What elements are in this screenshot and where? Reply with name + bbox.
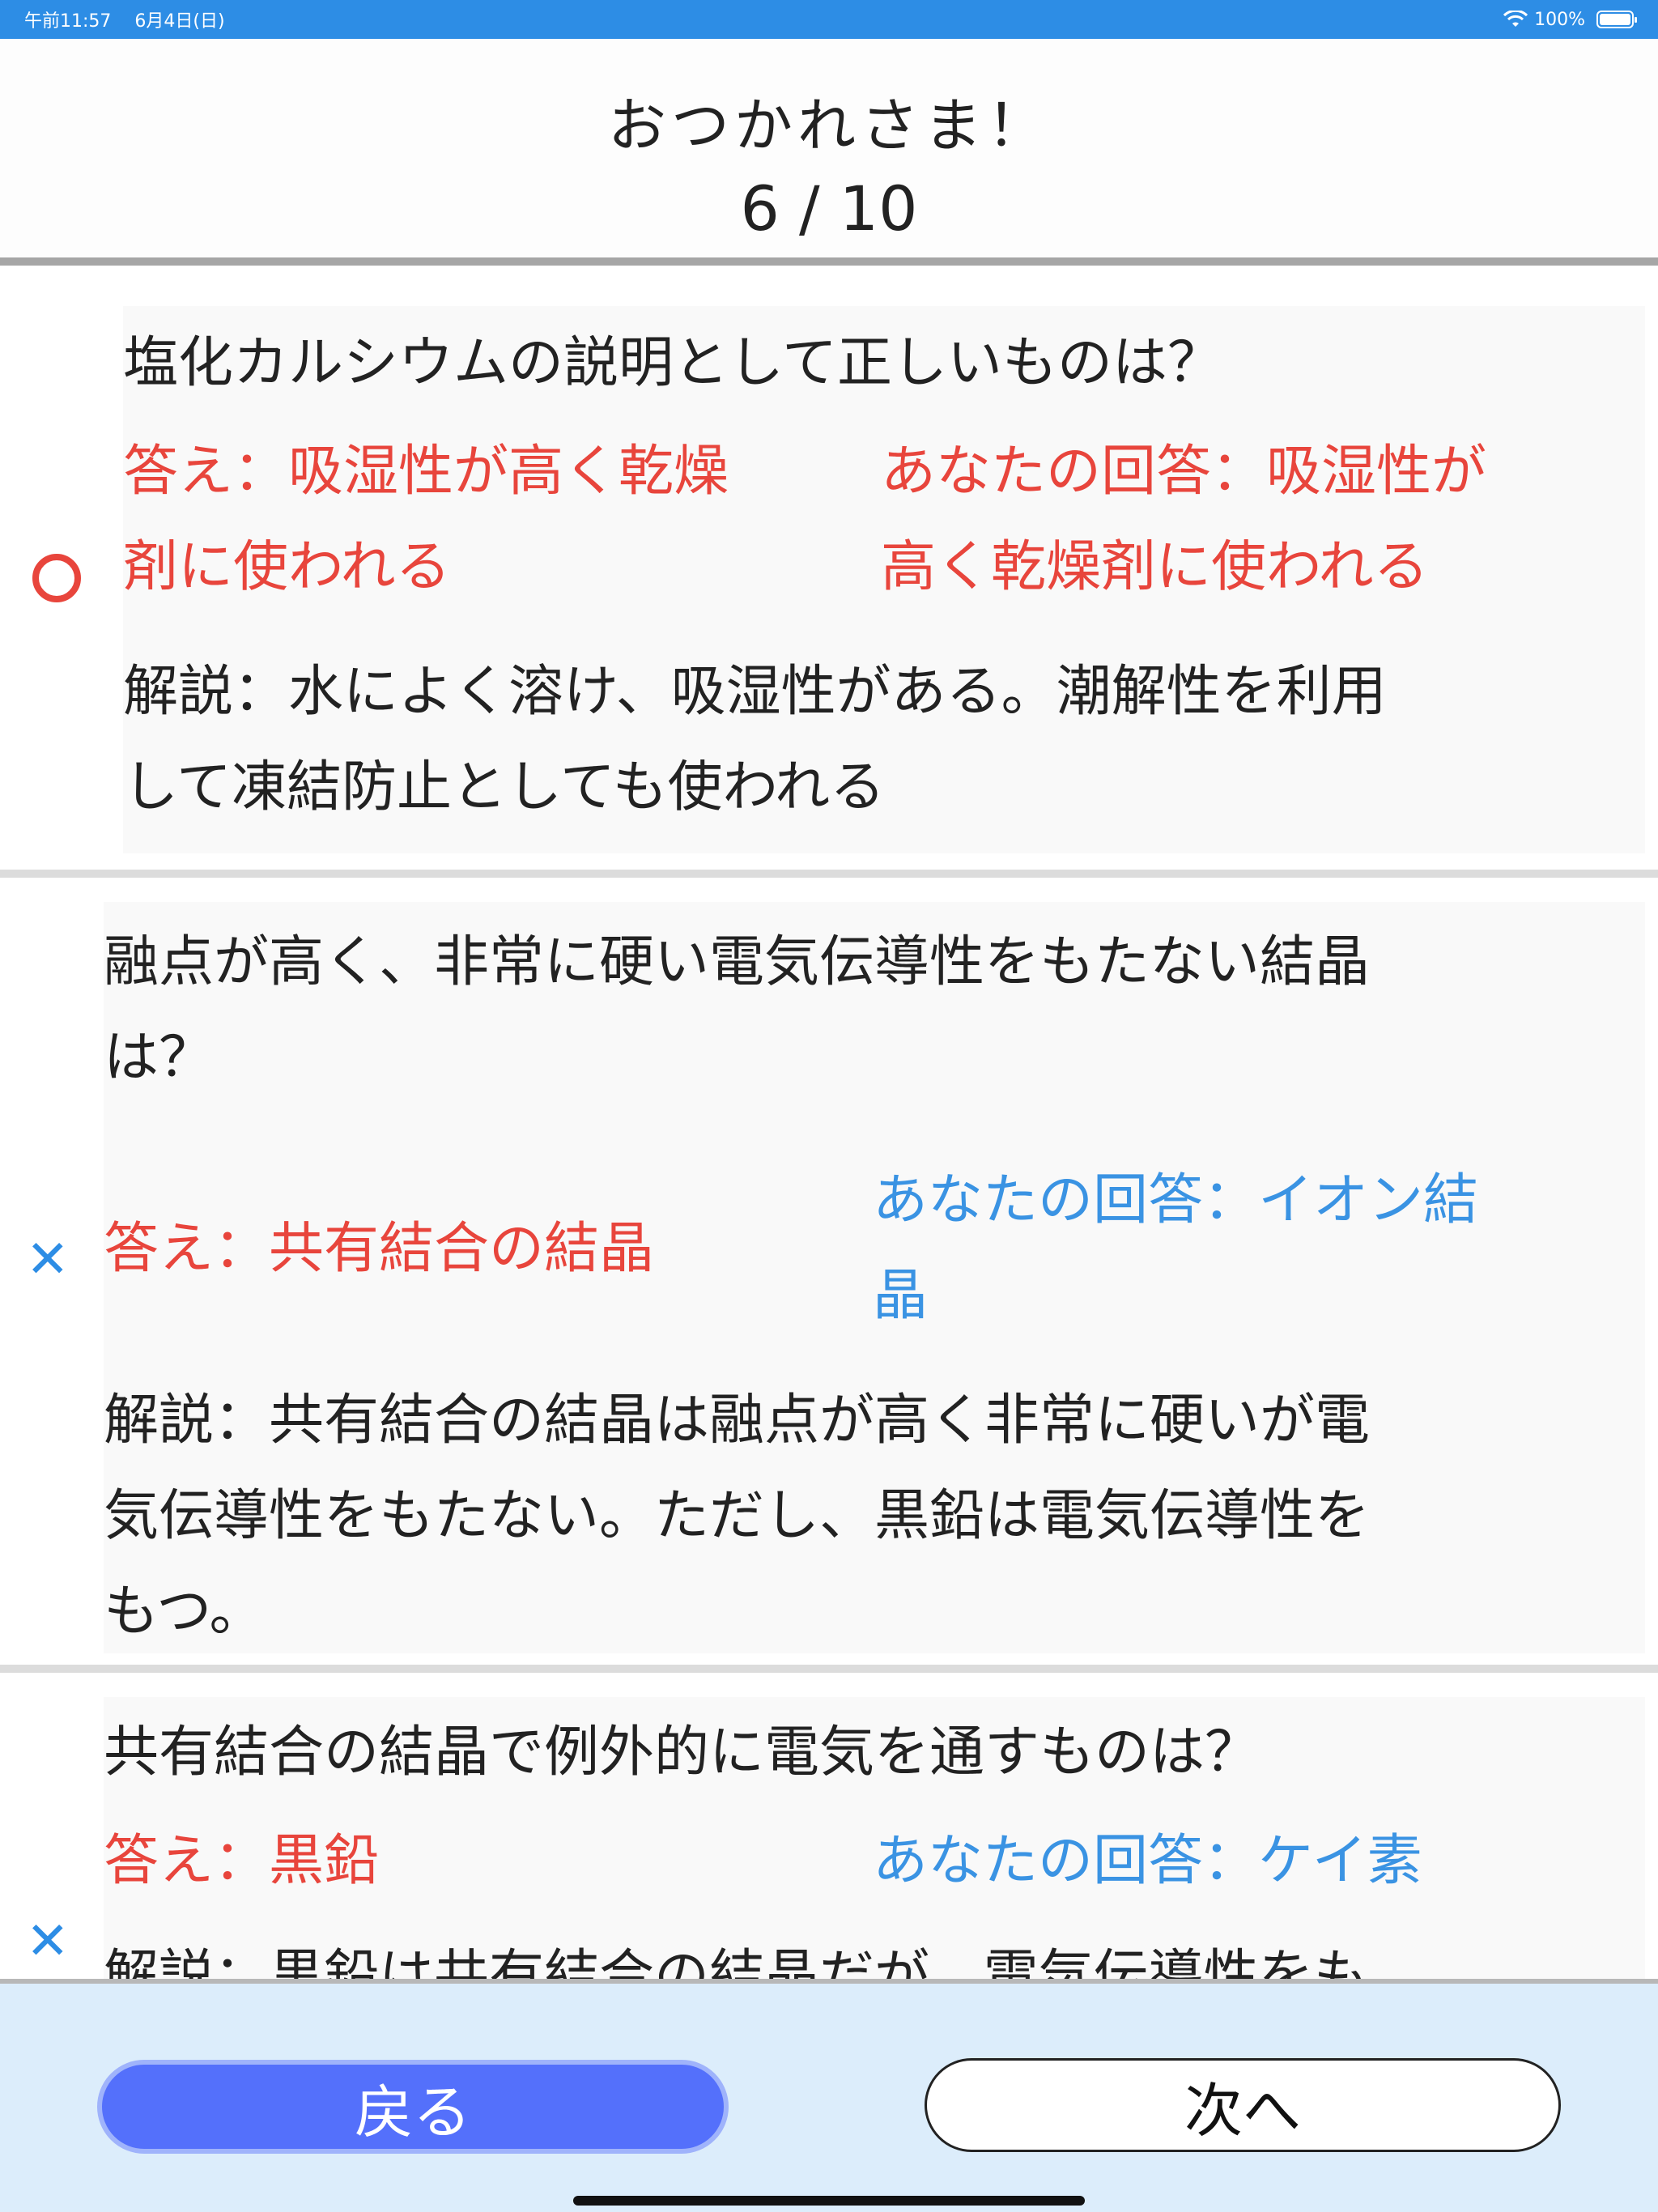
explanation-line3: もつ。 bbox=[104, 1580, 265, 1644]
question-line1: 融点が高く、非常に硬い電気伝導性をもたない結晶 bbox=[104, 930, 1371, 994]
correct-answer-line1: 答え：共有結合の結晶 bbox=[104, 1217, 655, 1281]
list-item: 塩化カルシウムの説明として正しいものは？ 答え：吸湿性が高く乾燥 剤に使われる … bbox=[0, 279, 1658, 878]
list-item: ✕ 共有結合の結晶で例外的に電気を通すものは？ 答え：黒鉛 あなたの回答：ケイ素… bbox=[0, 1673, 1658, 1979]
explanation-line1: 解説：水によく溶け、吸湿性がある。潮解性を利用 bbox=[123, 660, 1387, 724]
correct-answer-line2: 剤に使われる bbox=[123, 535, 451, 599]
correct-answer-line1: 答え：吸湿性が高く乾燥 bbox=[123, 440, 729, 504]
question-text: 塩化カルシウムの説明として正しいものは？ bbox=[123, 331, 1222, 395]
question-line2: は？ bbox=[104, 1026, 215, 1090]
question-text: 共有結合の結晶で例外的に電気を通すものは？ bbox=[104, 1721, 1261, 1784]
wifi-icon bbox=[1503, 11, 1528, 27]
your-answer-line1: あなたの回答：ケイ素 bbox=[873, 1829, 1422, 1893]
page-title: おつかれさま！ bbox=[607, 91, 1050, 160]
your-answer-line2: 晶 bbox=[873, 1264, 929, 1328]
correct-mark-icon bbox=[32, 554, 81, 602]
explanation-line1: 解説：共有結合の結晶は融点が高く非常に硬いが電 bbox=[104, 1389, 1371, 1453]
results-list[interactable]: 塩化カルシウムの説明として正しいものは？ 答え：吸湿性が高く乾燥 剤に使われる … bbox=[0, 279, 1658, 1979]
list-item: ✕ 融点が高く、非常に硬い電気伝導性をもたない結晶 は？ 答え：共有結合の結晶 … bbox=[0, 878, 1658, 1673]
back-button[interactable]: 戻る bbox=[97, 2060, 729, 2154]
score: 6 / 10 bbox=[740, 172, 918, 245]
footer-bar: 戻る 次へ bbox=[0, 1979, 1658, 2212]
correct-answer-line1: 答え：黒鉛 bbox=[104, 1829, 380, 1893]
wrong-mark-icon: ✕ bbox=[26, 1912, 70, 1972]
next-button[interactable]: 次へ bbox=[925, 2058, 1561, 2152]
explanation-line2: して凍結防止としても使われる bbox=[123, 755, 886, 819]
status-date: 6月4日(日) bbox=[134, 11, 225, 32]
battery-icon bbox=[1596, 11, 1637, 28]
battery-percent: 100% bbox=[1534, 9, 1585, 30]
wrong-mark-icon: ✕ bbox=[26, 1230, 70, 1290]
explanation-line1: 解説：黒鉛は共有結合の結晶だが、電気伝導性をも bbox=[104, 1944, 1369, 1979]
result-header: おつかれさま！ 6 / 10 bbox=[0, 39, 1658, 266]
status-time: 午前11:57 bbox=[24, 11, 112, 32]
status-bar: 午前11:57 6月4日(日) 100% bbox=[0, 0, 1658, 39]
your-answer-line2: 高く乾燥剤に使われる bbox=[881, 535, 1429, 599]
your-answer-line1: あなたの回答：イオン結 bbox=[873, 1168, 1479, 1232]
your-answer-line1: あなたの回答：吸湿性が bbox=[881, 440, 1487, 504]
home-indicator[interactable] bbox=[573, 2196, 1085, 2206]
explanation-line2: 気伝導性をもたない。ただし、黒鉛は電気伝導性を bbox=[104, 1484, 1371, 1548]
